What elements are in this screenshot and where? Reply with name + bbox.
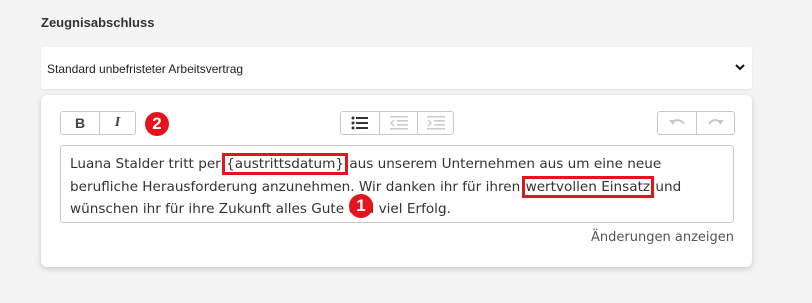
italic-button[interactable]: I — [99, 112, 135, 134]
editor-text-segment: Luana Stalder tritt per — [70, 156, 226, 172]
outdent-icon — [389, 116, 408, 130]
editor-content[interactable]: Luana Stalder tritt per {austrittsdatum}… — [70, 153, 730, 221]
bold-label: B — [74, 115, 86, 131]
annotation-badge-1: 1 — [349, 194, 373, 218]
indent-button[interactable] — [417, 112, 453, 134]
section-label: Zeugnisabschluss — [41, 15, 155, 30]
bulleted-list-icon — [351, 116, 368, 130]
template-select-value: Standard unbefristeter Arbeitsvertrag — [47, 62, 244, 76]
undo-icon — [669, 119, 685, 125]
redo-button[interactable] — [696, 112, 734, 134]
template-select[interactable]: Standard unbefristeter Arbeitsvertrag — [41, 47, 752, 89]
italic-label: I — [114, 115, 121, 130]
placeholder-austrittsdatum[interactable]: {austrittsdatum} — [222, 153, 349, 175]
history-button-group — [657, 111, 735, 135]
undo-button[interactable] — [658, 112, 696, 134]
bold-button[interactable]: B — [61, 112, 99, 134]
annotation-badge-2: 2 — [145, 112, 169, 136]
editor-card: B I 2 Luana Stalder tritt per {austritts… — [41, 95, 752, 267]
format-button-group: B I — [60, 111, 136, 135]
rich-text-editor[interactable]: Luana Stalder tritt per {austrittsdatum}… — [60, 145, 734, 223]
show-changes-link[interactable]: Änderungen anzeigen — [591, 230, 734, 245]
chevron-down-icon — [735, 64, 745, 71]
list-button-group — [340, 111, 454, 135]
bulleted-list-button[interactable] — [341, 112, 379, 134]
outdent-button[interactable] — [379, 112, 417, 134]
redo-icon — [707, 119, 724, 125]
indent-icon — [426, 116, 445, 130]
highlighted-phrase[interactable]: wertvollen Einsatz — [521, 175, 655, 198]
